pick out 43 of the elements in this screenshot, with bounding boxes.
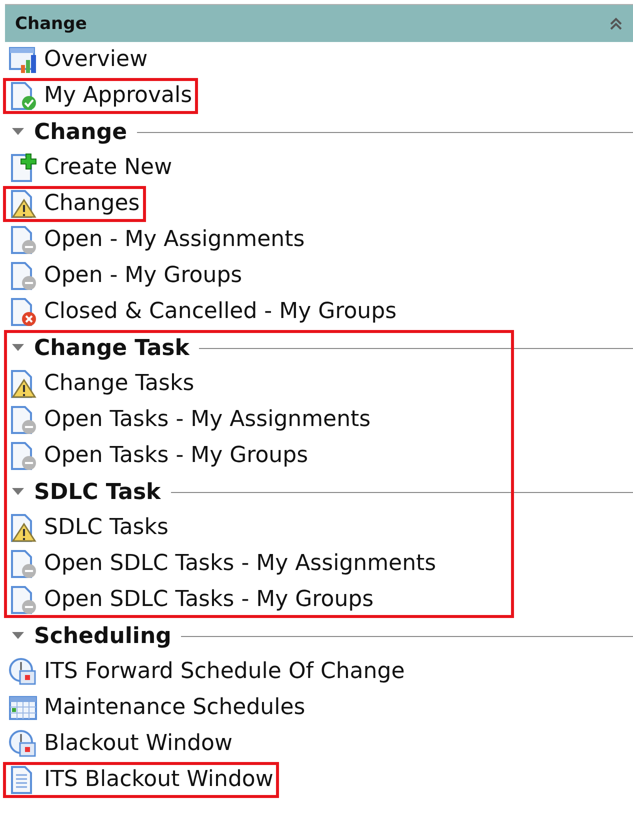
section-heading: SDLC Task [34,480,161,504]
warning-icon [8,189,38,219]
expand-arrow-icon[interactable] [12,128,24,136]
document-error-icon [8,297,38,327]
clock-icon [8,729,38,759]
document-minus-icon [8,549,38,579]
document-plus-icon [8,153,38,183]
expand-arrow-icon[interactable] [12,488,24,496]
menu-item[interactable]: My Approvals [6,81,196,111]
expand-arrow-icon[interactable] [12,632,24,640]
menu-item[interactable]: Blackout Window [6,729,236,759]
menu-item[interactable]: ITS Forward Schedule Of Change [6,657,408,687]
document-minus-icon [8,225,38,255]
menu-item[interactable]: Open SDLC Tasks - My Assignments [6,549,440,579]
expand-arrow-icon[interactable] [12,344,24,352]
collapse-icon[interactable] [609,16,623,30]
menu-item[interactable]: Changes [6,189,143,219]
menu-item[interactable]: Open - My Groups [6,261,246,291]
calendar-icon [8,693,38,723]
menu-item[interactable]: Open Tasks - My Groups [6,441,312,471]
panel-title: Change [15,14,87,34]
menu-item[interactable]: Create New [6,153,176,183]
section-heading: Change Task [34,336,190,360]
document-minus-icon [8,585,38,615]
menu-item[interactable]: Change Tasks [6,369,198,399]
menu-item[interactable]: ITS Blackout Window [6,765,276,795]
menu-item[interactable]: SDLC Tasks [6,513,172,543]
menu-item[interactable]: Overview [6,45,151,75]
menu-item[interactable]: Maintenance Schedules [6,693,308,723]
clock-icon [8,657,38,687]
menu-item[interactable]: Open - My Assignments [6,225,308,255]
warning-icon [8,513,38,543]
document-minus-icon [8,405,38,435]
section-heading: Change [34,120,127,144]
chart-icon [8,45,38,75]
warning-icon [8,369,38,399]
document-minus-icon [8,441,38,471]
document-minus-icon [8,261,38,291]
menu-item[interactable]: Open SDLC Tasks - My Groups [6,585,377,615]
menu-item[interactable]: Closed & Cancelled - My Groups [6,297,400,327]
section-heading: Scheduling [34,624,172,648]
document-check-icon [8,81,38,111]
menu-item[interactable]: Open Tasks - My Assignments [6,405,374,435]
